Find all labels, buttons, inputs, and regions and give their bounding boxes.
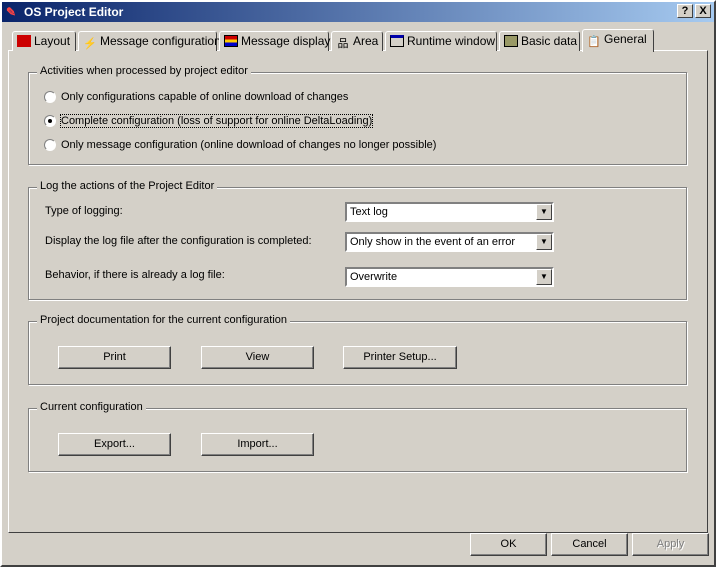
tab-label: General	[604, 32, 647, 46]
tab-runtime-window[interactable]: Runtime window	[385, 31, 497, 51]
tab-general[interactable]: 📋 General	[582, 29, 654, 52]
apply-button[interactable]: Apply	[632, 533, 709, 556]
runtime-window-icon	[390, 35, 404, 47]
tab-label: Area	[353, 34, 379, 48]
chevron-down-icon[interactable]: ▼	[536, 234, 552, 250]
radio-complete-configuration[interactable]: Complete configuration (loss of support …	[44, 114, 374, 128]
logging-type-select[interactable]: Text log ▼	[345, 202, 554, 222]
export-button[interactable]: Export...	[58, 433, 171, 456]
basic-data-icon	[504, 35, 518, 47]
radio-button[interactable]	[44, 139, 56, 151]
tab-label: Message display	[241, 34, 331, 48]
tab-message-configuration[interactable]: ⚡ Message configuration	[78, 31, 221, 51]
radio-button[interactable]	[44, 115, 56, 127]
tab-label: Message configuration	[100, 34, 221, 48]
tab-label: Runtime window	[407, 34, 496, 48]
title-bar: ✎ OS Project Editor	[2, 2, 714, 22]
message-display-icon	[224, 35, 238, 47]
printer-setup-button[interactable]: Printer Setup...	[343, 346, 457, 369]
select-value: Text log	[350, 206, 388, 218]
chevron-down-icon[interactable]: ▼	[536, 269, 552, 285]
tab-layout[interactable]: Layout	[12, 31, 76, 51]
view-button[interactable]: View	[201, 346, 314, 369]
print-button[interactable]: Print	[58, 346, 171, 369]
group-label: Log the actions of the Project Editor	[37, 180, 218, 192]
display-log-select[interactable]: Only show in the event of an error ▼	[345, 232, 554, 252]
tab-message-display[interactable]: Message display	[219, 31, 331, 51]
select-value: Only show in the event of an error	[350, 236, 516, 248]
layout-icon	[17, 35, 31, 47]
radio-message-only[interactable]: Only message configuration (online downl…	[44, 139, 436, 151]
tab-basic-data[interactable]: Basic data	[499, 31, 580, 51]
radio-label: Only configurations capable of online do…	[61, 91, 349, 103]
radio-label: Only message configuration (online downl…	[61, 139, 437, 151]
radio-label: Complete configuration (loss of support …	[59, 114, 374, 128]
cancel-button[interactable]: Cancel	[551, 533, 628, 556]
area-hierarchy-icon: 品	[337, 38, 349, 50]
radio-online-capable[interactable]: Only configurations capable of online do…	[44, 91, 348, 103]
group-label: Current configuration	[37, 401, 146, 413]
display-log-label: Display the log file after the configura…	[45, 235, 312, 247]
logging-type-label: Type of logging:	[45, 205, 123, 217]
message-configuration-icon: ⚡	[83, 38, 97, 50]
ok-button[interactable]: OK	[470, 533, 547, 556]
tab-label: Layout	[34, 34, 71, 48]
import-button[interactable]: Import...	[201, 433, 314, 456]
behavior-label: Behavior, if there is already a log file…	[45, 269, 225, 281]
group-label: Project documentation for the current co…	[37, 314, 291, 326]
chevron-down-icon[interactable]: ▼	[536, 204, 552, 220]
select-value: Overwrite	[350, 271, 398, 283]
tab-label: Basic data	[521, 34, 578, 48]
tab-area[interactable]: 品 Area	[331, 31, 383, 51]
general-icon: 📋	[587, 36, 601, 48]
help-button[interactable]: ?	[677, 4, 693, 18]
radio-button[interactable]	[44, 91, 56, 103]
group-label: Activities when processed by project edi…	[37, 65, 251, 77]
close-button[interactable]: X	[695, 4, 711, 18]
behavior-select[interactable]: Overwrite ▼	[345, 267, 554, 287]
app-icon: ✎	[6, 5, 17, 19]
window-title: OS Project Editor	[24, 5, 124, 19]
